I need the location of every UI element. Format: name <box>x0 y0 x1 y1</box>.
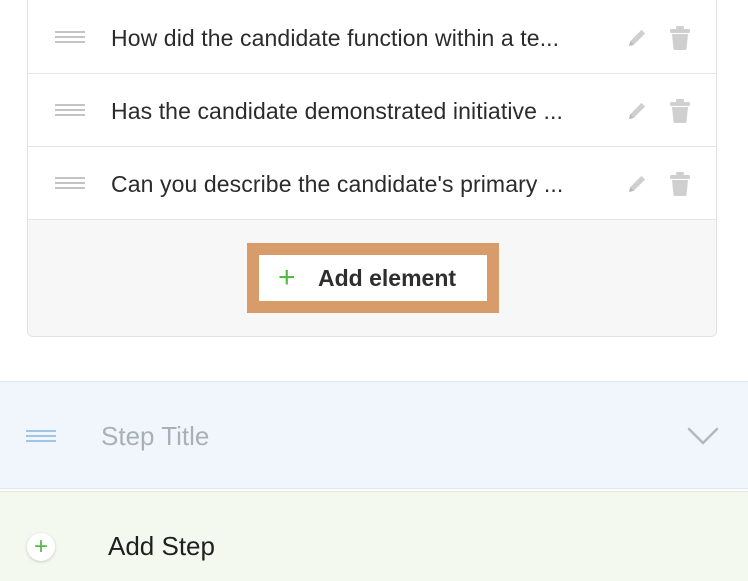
pencil-icon[interactable] <box>625 99 649 123</box>
pencil-icon[interactable] <box>625 26 649 50</box>
add-element-highlight: + Add element <box>247 243 499 313</box>
questions-card: How did the candidate function within a … <box>27 0 717 337</box>
question-text: How did the candidate function within a … <box>111 25 560 51</box>
question-text: Can you describe the candidate's primary… <box>111 171 564 197</box>
add-element-button[interactable]: + Add element <box>259 255 487 301</box>
step-title-bar: Step Title <box>0 381 748 489</box>
add-step-icon: + <box>27 533 55 561</box>
question-row: How did the candidate function within a … <box>28 1 716 74</box>
question-row: Has the candidate demonstrated initiativ… <box>28 74 716 147</box>
question-text: Has the candidate demonstrated initiativ… <box>111 98 563 124</box>
step-title-input[interactable]: Step Title <box>101 420 209 452</box>
plus-icon: + <box>33 533 48 560</box>
add-element-area: + Add element <box>28 220 716 336</box>
drag-handle-icon[interactable] <box>26 430 56 442</box>
drag-handle-icon[interactable] <box>55 104 85 116</box>
plus-icon: + <box>278 261 296 294</box>
drag-handle-icon[interactable] <box>55 31 85 43</box>
drag-handle-icon[interactable] <box>55 177 85 189</box>
question-row: Can you describe the candidate's primary… <box>28 147 716 220</box>
add-step-label: Add Step <box>108 531 215 561</box>
trash-icon[interactable] <box>668 98 692 124</box>
trash-icon[interactable] <box>668 25 692 51</box>
chevron-down-icon[interactable] <box>686 426 720 446</box>
add-step-button[interactable]: + Add Step <box>0 491 748 581</box>
trash-icon[interactable] <box>668 171 692 197</box>
add-element-label: Add element <box>318 265 457 291</box>
pencil-icon[interactable] <box>625 172 649 196</box>
